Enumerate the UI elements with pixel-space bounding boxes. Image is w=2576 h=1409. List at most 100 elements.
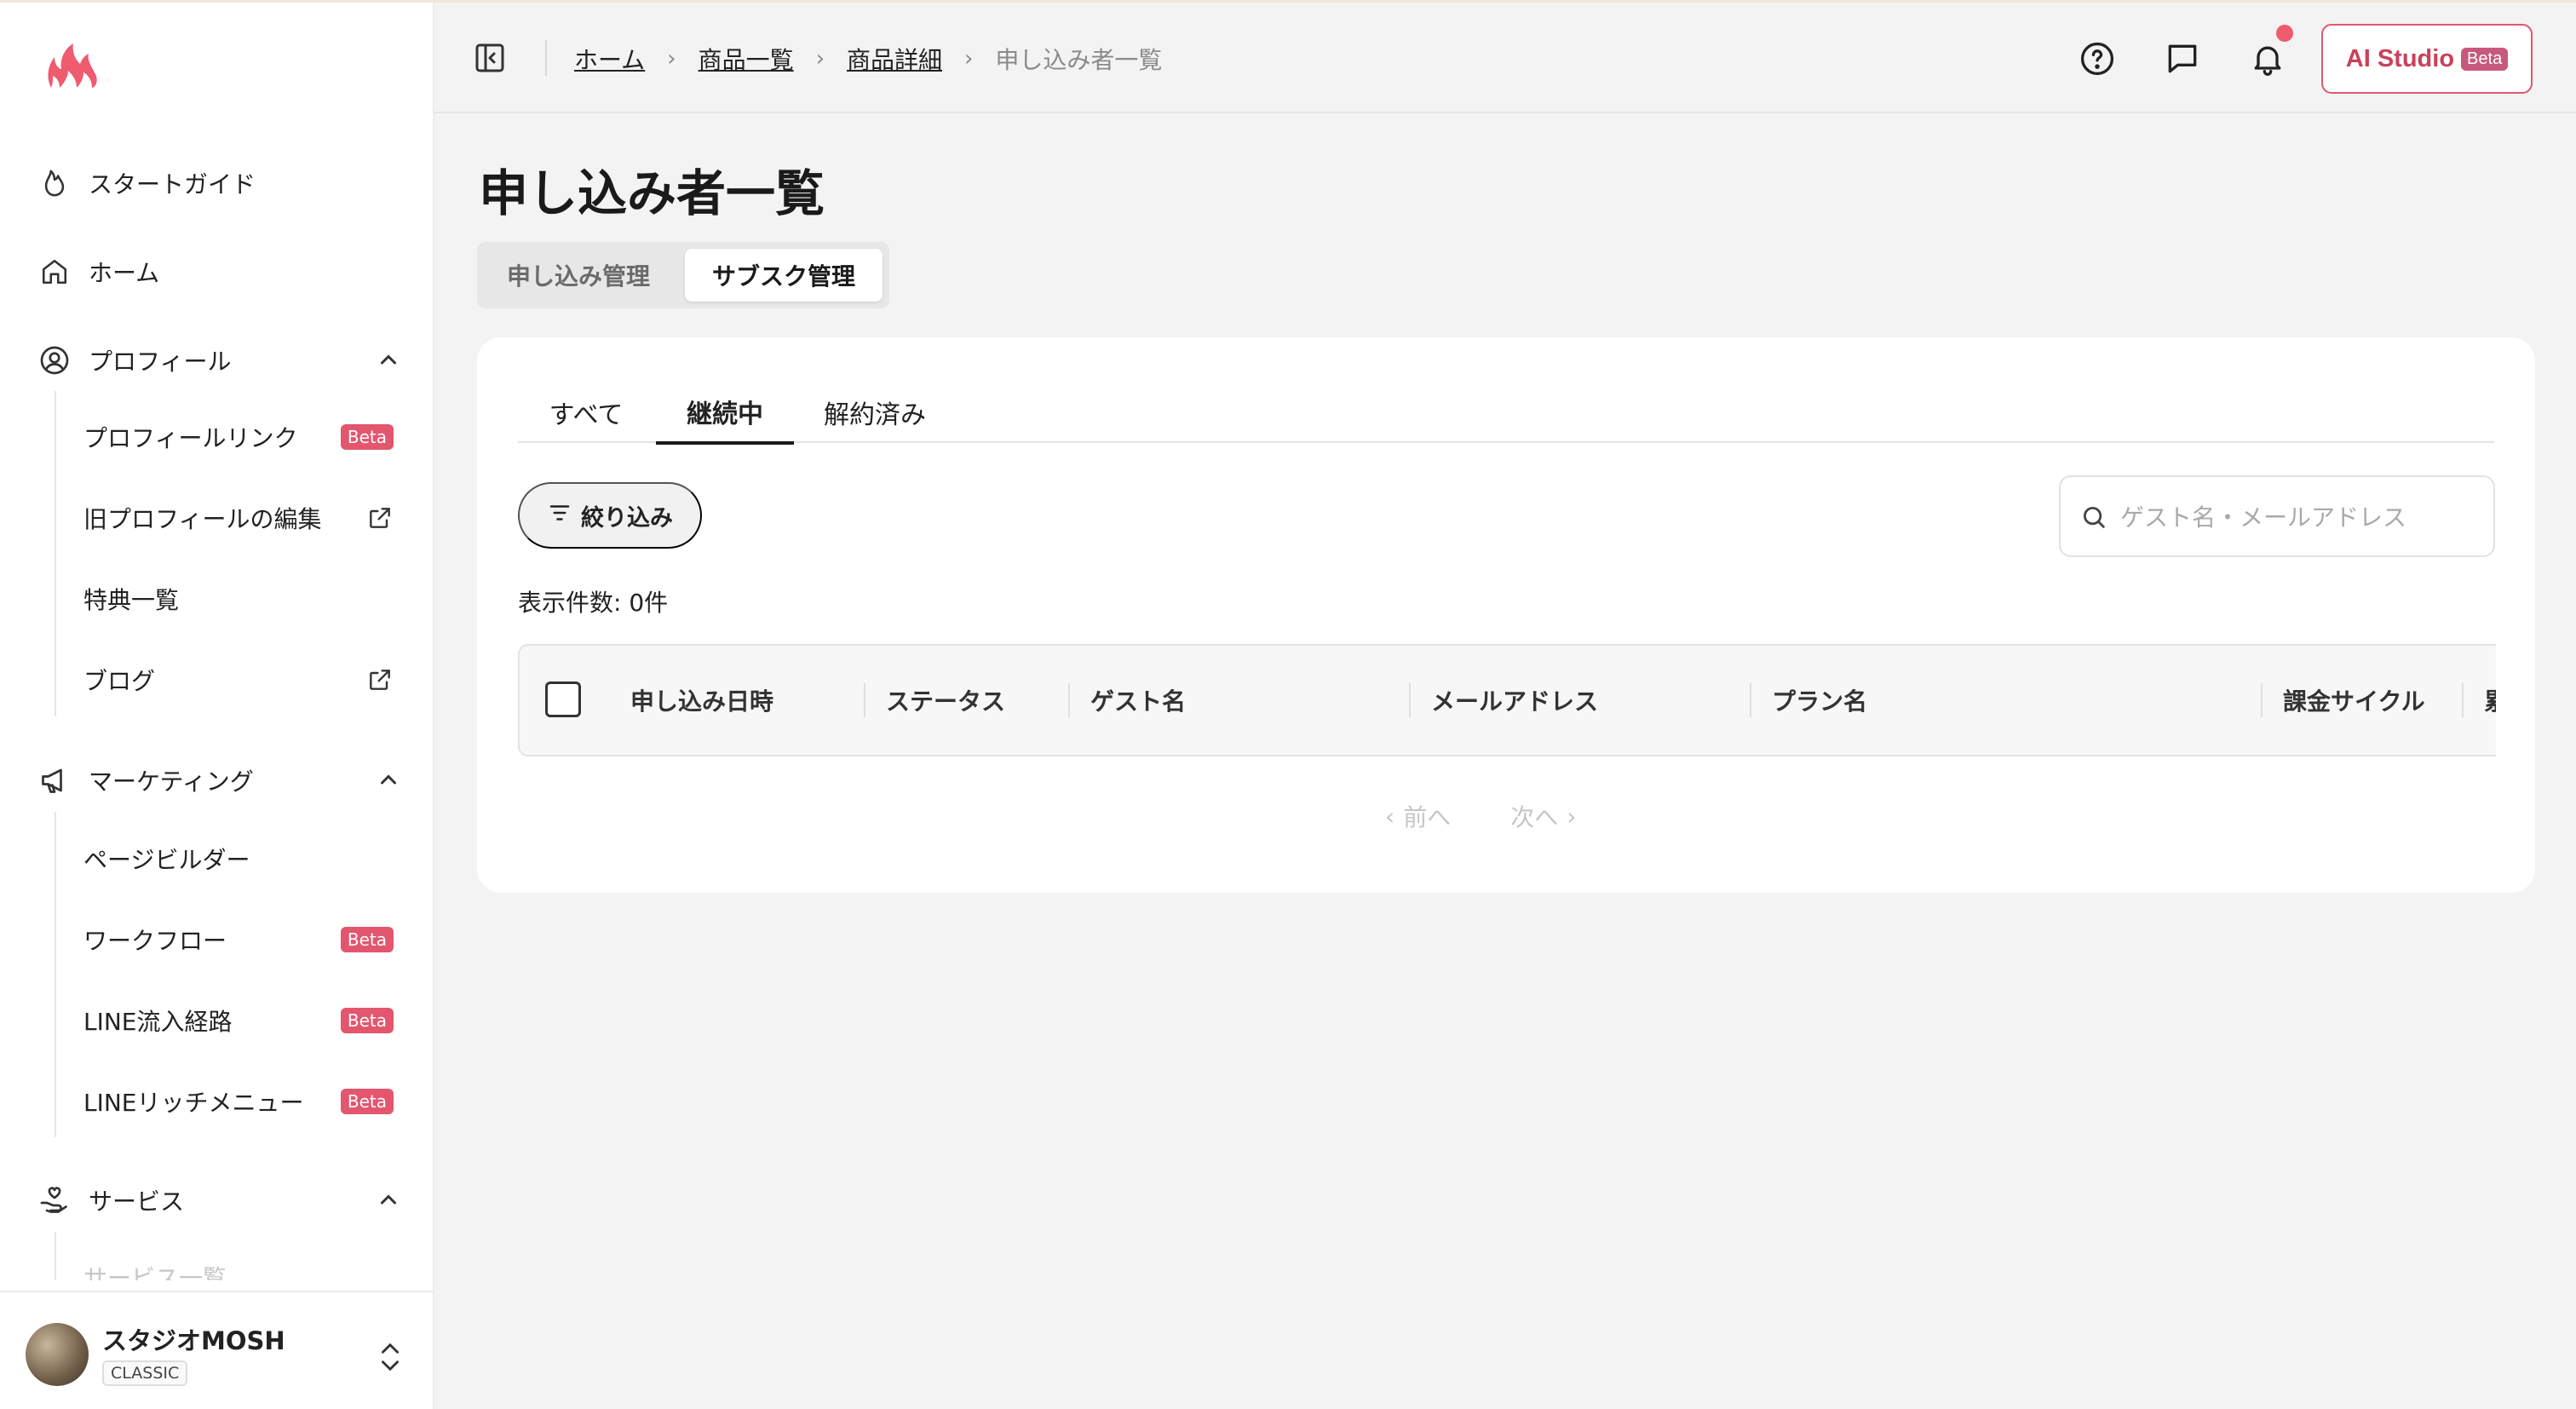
sidebar-item-home[interactable]: ホーム (37, 246, 404, 297)
submenu-line (55, 812, 56, 1137)
beta-badge: Beta (340, 424, 394, 450)
subitem-label: 特典一覧 (83, 586, 180, 614)
sidebar-subitem-perks[interactable]: 特典一覧 (83, 573, 399, 624)
external-link-icon (366, 666, 394, 693)
sidebar: スタートガイド ホーム プロフィール プロフィールリンク Beta 旧プロフィー… (0, 3, 434, 1409)
sidebar-nav: スタートガイド ホーム プロフィール プロフィールリンク Beta 旧プロフィー… (0, 139, 433, 1280)
sidebar-item-service[interactable]: サービス (37, 1175, 404, 1226)
sidebar-subitem-line-route[interactable]: LINE流入経路 Beta (83, 995, 399, 1046)
beta-badge: Beta (2461, 47, 2509, 71)
subitem-label: 旧プロフィールの編集 (83, 505, 322, 533)
hand-heart-icon (37, 1183, 72, 1217)
next-label: 次へ (1510, 803, 1559, 831)
ai-studio-label: AI Studio (2345, 44, 2455, 72)
sidebar-subitem-old-profile-edit[interactable]: 旧プロフィールの編集 (83, 492, 399, 543)
tab-all[interactable]: すべて (518, 382, 654, 443)
beta-badge: Beta (340, 1008, 394, 1033)
prev-page-button[interactable]: ‹ 前へ (1385, 799, 1451, 833)
chevron-right-icon: › (964, 46, 974, 72)
filter-label: 絞り込み (581, 504, 673, 531)
brand-logo-icon[interactable] (43, 40, 104, 91)
column-header[interactable]: 申し込み日時 (630, 646, 773, 755)
user-circle-icon (37, 343, 72, 377)
bell-icon[interactable] (2249, 40, 2286, 78)
submenu-line (55, 1232, 56, 1280)
sidebar-item-label: ホーム (89, 259, 160, 287)
sidebar-item-label: スタートガイド (89, 170, 256, 198)
next-page-button[interactable]: 次へ › (1510, 799, 1576, 833)
subitem-label: LINEリッチメニュー (83, 1089, 304, 1117)
chevron-left-icon: ‹ (1385, 802, 1395, 831)
chevron-right-icon: › (1567, 802, 1577, 831)
message-icon[interactable] (2164, 40, 2201, 78)
flame-icon (37, 166, 72, 200)
sidebar-subitem-blog[interactable]: ブログ (83, 654, 399, 705)
account-name: スタジオMOSH (102, 1326, 285, 1355)
plan-badge: CLASSIC (102, 1360, 188, 1386)
avatar (26, 1323, 89, 1386)
sidebar-item-start-guide[interactable]: スタートガイド (37, 158, 404, 209)
subitem-label: プロフィールリンク (83, 424, 298, 452)
segment-control: 申し込み管理 サブスク管理 (477, 242, 889, 308)
chevron-right-icon: › (815, 46, 825, 72)
top-header: ホーム › 商品一覧 › 商品詳細 › 申し込み者一覧 AI Studio Be… (434, 3, 2576, 113)
beta-badge: Beta (340, 927, 394, 952)
tab-active[interactable]: 継続中 (656, 382, 794, 445)
segment-subscription-management[interactable]: サブスク管理 (685, 249, 883, 302)
submenu-line (55, 391, 56, 716)
column-header[interactable]: 課金サイクル (2283, 646, 2425, 755)
breadcrumb: ホーム › 商品一覧 › 商品詳細 › 申し込み者一覧 (574, 40, 1162, 78)
chevron-up-icon[interactable] (373, 1185, 404, 1216)
sidebar-item-profile[interactable]: プロフィール (37, 335, 404, 386)
column-header[interactable]: 累 (2484, 646, 2496, 755)
sidebar-item-label: プロフィール (89, 348, 232, 376)
home-icon (37, 255, 72, 289)
column-divider (1750, 683, 1751, 717)
pagination: ‹ 前へ 次へ › (1385, 797, 1576, 835)
column-header[interactable]: メールアドレス (1431, 646, 1598, 755)
column-header[interactable]: ゲスト名 (1090, 646, 1186, 755)
sidebar-item-label: マーケティング (89, 768, 254, 796)
prev-label: 前へ (1403, 803, 1452, 831)
chevron-right-icon: › (667, 46, 676, 72)
search-input[interactable] (2120, 494, 2478, 540)
megaphone-icon (37, 763, 72, 797)
sidebar-subitem-service-list[interactable]: サービス一覧 (83, 1251, 399, 1280)
sidebar-subitem-workflow[interactable]: ワークフロー Beta (83, 914, 399, 965)
tab-cancelled[interactable]: 解約済み (794, 382, 956, 443)
subitem-label: サービス一覧 (83, 1264, 227, 1280)
sidebar-subitem-line-rich-menu[interactable]: LINEリッチメニュー Beta (83, 1076, 399, 1127)
column-header[interactable]: ステータス (886, 646, 1005, 755)
filter-button[interactable]: 絞り込み (518, 482, 702, 549)
chevron-up-icon[interactable] (373, 345, 404, 376)
external-link-icon (366, 504, 394, 532)
sidebar-item-label: サービス (89, 1188, 185, 1216)
sidebar-subitem-profile-link[interactable]: プロフィールリンク Beta (83, 411, 399, 463)
help-icon[interactable] (2079, 40, 2116, 78)
breadcrumb-home[interactable]: ホーム (574, 42, 645, 76)
segment-application-management[interactable]: 申し込み管理 (484, 249, 673, 302)
header-divider (545, 40, 547, 76)
ai-studio-button[interactable]: AI Studio Beta (2321, 24, 2533, 94)
sidebar-subitem-page-builder[interactable]: ページビルダー (83, 833, 399, 884)
subscriber-card: すべて 継続中 解約済み 絞り込み 表示件数: 0件 申し込み日時 ステータス … (477, 337, 2535, 893)
sidebar-collapse-icon[interactable] (473, 41, 507, 75)
subscriber-table-header: 申し込み日時 ステータス ゲスト名 メールアドレス プラン名 課金サイクル 累 (518, 644, 2496, 756)
status-tabs: すべて 継続中 解約済み (518, 382, 2494, 445)
chevron-up-icon[interactable] (373, 765, 404, 796)
column-divider (2462, 683, 2464, 717)
search-box (2059, 475, 2495, 557)
filter-icon (547, 500, 572, 532)
notification-dot (2276, 25, 2293, 42)
subitem-label: ページビルダー (83, 846, 250, 874)
subitem-label: ワークフロー (83, 927, 227, 955)
breadcrumb-products[interactable]: 商品一覧 (699, 42, 794, 76)
breadcrumb-product-detail[interactable]: 商品詳細 (847, 42, 942, 76)
account-switcher[interactable]: スタジオMOSH CLASSIC (0, 1291, 433, 1409)
chevron-up-down-icon[interactable] (375, 1340, 405, 1374)
subitem-label: ブログ (83, 667, 156, 695)
select-all-checkbox[interactable] (545, 681, 581, 717)
column-divider (1068, 683, 1070, 717)
sidebar-item-marketing[interactable]: マーケティング (37, 755, 404, 806)
column-header[interactable]: プラン名 (1772, 646, 1867, 755)
